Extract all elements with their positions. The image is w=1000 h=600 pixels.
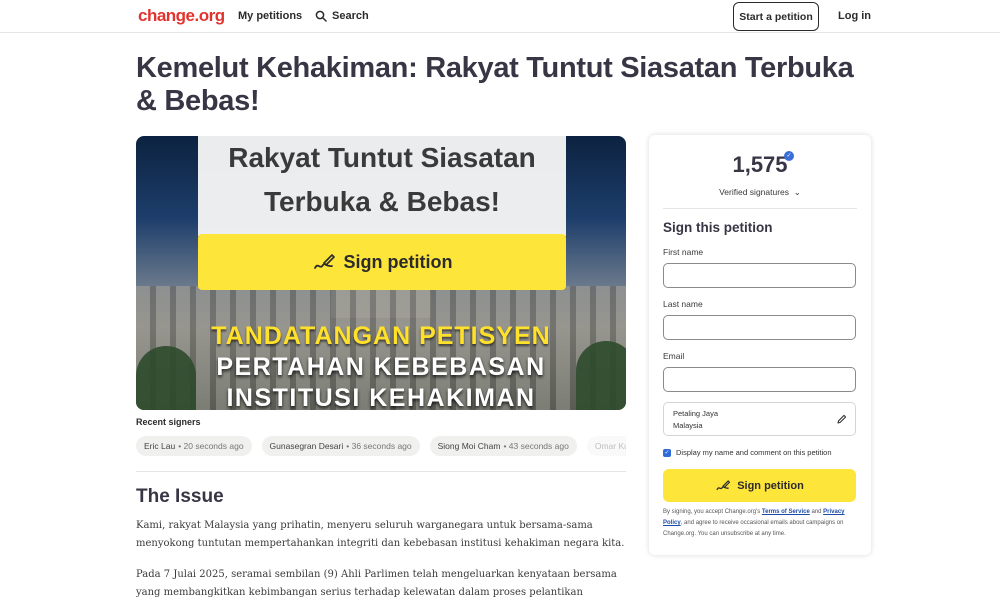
sign-button-label: Sign petition (737, 479, 804, 492)
edit-pencil-icon[interactable] (837, 414, 847, 424)
issue-heading: The Issue (136, 486, 224, 507)
issue-paragraph-2: Pada 7 Julai 2025, seramai sembilan (9) … (136, 569, 617, 598)
signature-pen-icon (313, 254, 335, 269)
signature-count: 1,575 (732, 152, 788, 177)
display-name-option[interactable]: ✓ Display my name and comment on this pe… (663, 448, 832, 457)
signer-name: Gunasegran Desari (269, 441, 344, 451)
start-petition-button[interactable]: Start a petition (733, 2, 819, 31)
location-city: Petaling Jaya (673, 409, 719, 418)
my-petitions-link[interactable]: My petitions (238, 10, 302, 22)
top-nav: change.org My petitions Search Start a p… (0, 0, 1000, 33)
verified-check-icon: ✓ (784, 151, 794, 161)
hero-slogan-line2: PERTAHAN KEBEBASAN (216, 353, 546, 381)
hero-sign-label: Sign petition (343, 251, 453, 272)
signature-count-row: 1,575 (649, 152, 871, 178)
first-name-label: First name (663, 247, 704, 257)
email-field[interactable] (663, 367, 856, 392)
signer-time: • 43 seconds ago (503, 441, 569, 451)
hero-slogan-line3: INSTITUSI KEHAKIMAN (226, 384, 536, 410)
hero-headline-line1: Rakyat Tuntut Siasatan (228, 142, 536, 173)
location-field[interactable]: Petaling Jaya Malaysia (663, 402, 856, 436)
recent-signers-label: Recent signers (136, 417, 201, 427)
display-name-label: Display my name and comment on this peti… (676, 448, 832, 457)
card-divider (663, 208, 857, 209)
legal-suffix: , and agree to receive occasional emails… (663, 520, 844, 537)
signer-name: Eric Lau (144, 441, 176, 451)
issue-paragraph-1: Kami, rakyat Malaysia yang prihatin, men… (136, 520, 625, 549)
login-link[interactable]: Log in (838, 10, 871, 22)
legal-prefix: By signing, you accept Change.org's (663, 509, 761, 515)
signer-chip: Omar Kut (586, 436, 626, 456)
sign-form-heading: Sign this petition (663, 220, 773, 235)
verified-signatures-toggle[interactable]: Verified signatures ⌄ (649, 187, 871, 198)
terms-of-service-link[interactable]: Terms of Service (762, 509, 810, 515)
signature-pen-icon (716, 480, 731, 491)
hero-sign-banner: Sign petition (198, 234, 566, 290)
petition-title: Kemelut Kehakiman: Rakyat Tuntut Siasata… (136, 52, 854, 117)
display-name-checkbox[interactable]: ✓ (663, 448, 671, 457)
signer-chip: Siong Moi Cham • 43 seconds ago (429, 436, 577, 456)
change-org-logo[interactable]: change.org (138, 6, 225, 26)
last-name-field[interactable] (663, 315, 856, 340)
hero-headline: Rakyat Tuntut Siasatan Terbuka & Bebas! (198, 136, 566, 224)
recent-signers-list: Eric Lau • 20 seconds ago Gunasegran Des… (136, 436, 626, 456)
signer-time: • 20 seconds ago (178, 441, 244, 451)
signer-name: Omar Kut (594, 441, 626, 451)
chevron-down-icon: ⌄ (791, 187, 801, 197)
hero-headline-line2: Terbuka & Bebas! (264, 186, 500, 217)
verified-signatures-label: Verified signatures (719, 187, 790, 197)
signer-chip: Eric Lau • 20 seconds ago (136, 436, 252, 456)
sign-petition-button[interactable]: Sign petition (663, 469, 856, 502)
location-country: Malaysia (673, 421, 703, 430)
legal-notice: By signing, you accept Change.org's Term… (663, 507, 856, 540)
search-icon (315, 10, 327, 22)
section-divider (136, 471, 626, 472)
signer-time: • 36 seconds ago (346, 441, 412, 451)
petition-hero-image: Rakyat Tuntut Siasatan Terbuka & Bebas! … (136, 136, 626, 410)
sign-petition-card: 1,575 ✓ Verified signatures ⌄ Sign this … (649, 135, 871, 555)
search-label: Search (332, 10, 369, 22)
hero-slogan-line1: TANDATANGAN PETISYEN (211, 322, 551, 350)
legal-and: and (811, 509, 822, 515)
signer-name: Siong Moi Cham (437, 441, 501, 451)
signer-chip: Gunasegran Desari • 36 seconds ago (261, 436, 420, 456)
last-name-label: Last name (663, 299, 703, 309)
first-name-field[interactable] (663, 263, 856, 288)
email-label: Email (663, 351, 685, 361)
search-link[interactable]: Search (315, 10, 369, 22)
